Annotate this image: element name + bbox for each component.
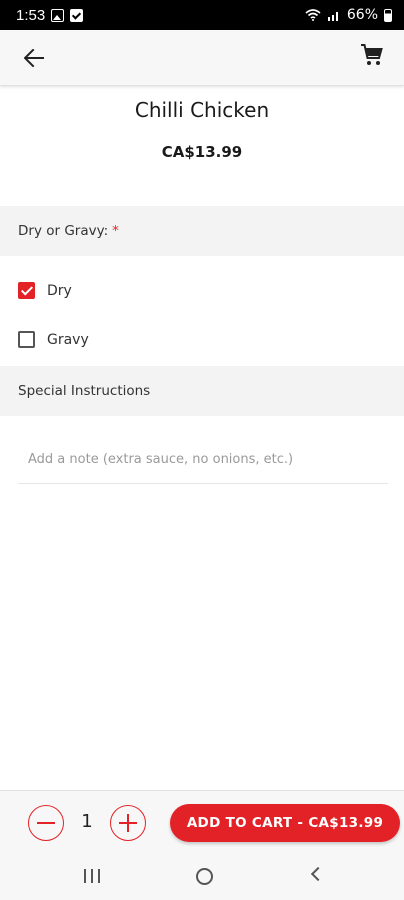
image-icon — [51, 8, 65, 22]
section-label: Special Instructions — [18, 383, 151, 399]
add-to-cart-button[interactable]: ADD TO CART - CA$13.99 — [170, 804, 400, 842]
increase-quantity-button[interactable] — [110, 805, 146, 841]
system-nav-bar — [0, 852, 404, 900]
cart-button[interactable] — [360, 43, 388, 71]
check-icon — [70, 8, 84, 22]
shopping-cart-icon — [361, 44, 383, 65]
option-label: Gravy — [47, 331, 89, 348]
quantity-value: 1 — [81, 811, 93, 832]
checkbox-checked-icon[interactable] — [18, 282, 35, 299]
recents-icon[interactable] — [84, 869, 100, 883]
status-right: 66% — [305, 7, 392, 23]
section-header-dry-or-gravy: Dry or Gravy: * — [0, 206, 404, 256]
required-marker: * — [112, 223, 119, 239]
special-instructions-input[interactable] — [18, 436, 388, 484]
toolbar — [0, 30, 404, 86]
section-header-special-instructions: Special Instructions — [0, 366, 404, 416]
option-dry[interactable]: Dry — [18, 282, 72, 299]
checkbox-unchecked-icon[interactable] — [18, 331, 35, 348]
decrease-quantity-button[interactable] — [28, 805, 64, 841]
item-title: Chilli Chicken — [134, 98, 270, 122]
option-label: Dry — [47, 282, 72, 299]
section-label: Dry or Gravy: — [18, 223, 109, 239]
arrow-left-icon — [24, 49, 44, 67]
status-time: 1:53 — [16, 6, 46, 24]
back-button[interactable] — [20, 44, 48, 72]
signal-icon — [327, 12, 338, 21]
battery-percent: 66% — [346, 7, 378, 23]
bottom-bar: 1 ADD TO CART - CA$13.99 — [0, 790, 404, 852]
item-price: CA$13.99 — [161, 143, 243, 161]
status-left: 1:53 — [16, 6, 84, 24]
battery-icon — [384, 8, 392, 22]
home-icon[interactable] — [196, 868, 213, 885]
wifi-icon — [305, 9, 321, 21]
status-bar: 1:53 66% — [0, 0, 404, 30]
system-back-icon[interactable] — [310, 866, 326, 882]
option-gravy[interactable]: Gravy — [18, 331, 89, 348]
minus-icon — [37, 822, 55, 824]
